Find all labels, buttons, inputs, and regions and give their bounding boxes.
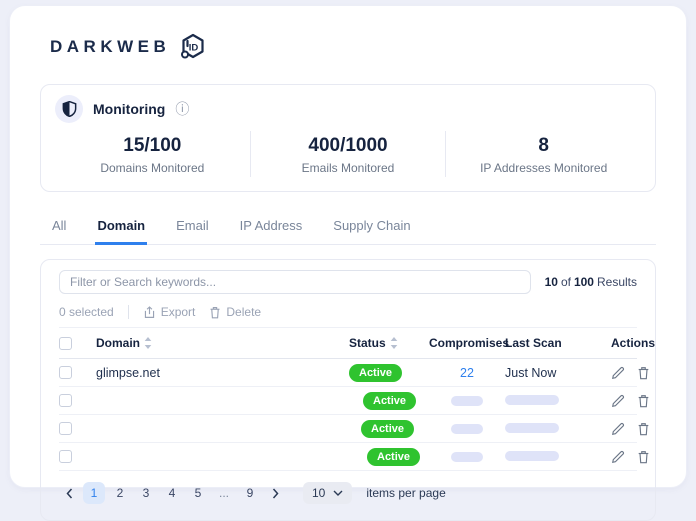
row-checkbox[interactable] [59,450,72,463]
page-button-3[interactable]: 3 [135,482,157,504]
items-per-page-select[interactable]: 10 [303,482,353,504]
stat-label: Domains Monitored [100,161,205,175]
status-badge: Active [367,448,421,466]
delete-row-icon[interactable] [637,366,650,380]
column-header-last-scan: Last Scan [505,336,611,350]
domain-cell: glimpse.net [96,365,160,380]
tab-ip-address[interactable]: IP Address [238,212,305,245]
shield-icon [55,95,83,123]
edit-icon[interactable] [611,450,625,464]
column-header-actions: Actions [611,336,655,350]
status-badge: Active [363,392,417,410]
table-row: Active [59,415,649,443]
page-background: DARKWEB ID Monitoring ⓘ 15/100 Domains M… [0,0,696,521]
status-badge: Active [349,364,403,382]
per-page-value: 10 [312,486,326,500]
compromises-skeleton [451,451,483,462]
compromises-skeleton [451,395,483,406]
main-card: DARKWEB ID Monitoring ⓘ 15/100 Domains M… [9,5,687,521]
info-icon[interactable]: ⓘ [175,102,189,116]
stat-label: IP Addresses Monitored [480,161,608,175]
edit-icon[interactable] [611,366,625,380]
results-shown: 10 [544,275,558,289]
row-checkbox[interactable] [59,394,72,407]
row-checkbox[interactable] [59,366,72,379]
trash-icon [209,306,221,319]
last-scan-skeleton [505,394,559,405]
delete-button[interactable]: Delete [209,305,261,319]
chevron-right-icon[interactable] [265,482,285,504]
stat-emails-monitored: 400/1000 Emails Monitored [249,131,446,177]
table-row: Active [59,443,649,471]
category-tabs: All Domain Email IP Address Supply Chain [40,212,656,245]
row-checkbox[interactable] [59,422,72,435]
tab-email[interactable]: Email [174,212,211,245]
stat-value: 15/100 [123,135,182,156]
results-count: 10 of 100 Results [545,275,637,289]
status-badge: Active [361,420,415,438]
compromises-skeleton [451,423,483,434]
column-label: Domain [96,336,141,350]
delete-row-icon[interactable] [637,450,650,464]
delete-row-icon[interactable] [637,422,650,436]
export-button[interactable]: Export [143,305,196,319]
last-scan-cell: Just Now [505,365,557,380]
column-header-status[interactable]: Status [349,336,429,350]
results-total: 100 [573,275,594,289]
page-button-4[interactable]: 4 [161,482,183,504]
results-of: of [560,275,571,289]
selected-count: 0 selected [59,305,114,319]
toolbar-divider [127,305,129,319]
last-scan-skeleton [505,450,559,461]
brand-name: DARKWEB [50,37,171,56]
items-per-page-label: items per page [366,486,446,500]
column-label: Last Scan [505,336,562,350]
stat-value: 8 [538,135,549,156]
sort-icon [144,337,152,349]
svg-text:ID: ID [189,43,199,54]
results-label: Results [596,275,637,289]
monitoring-title: Monitoring [93,101,166,117]
stat-domains-monitored: 15/100 Domains Monitored [55,131,250,177]
tab-supply-chain[interactable]: Supply Chain [331,212,412,245]
domains-table-panel: 10 of 100 Results 0 selected Export [40,259,656,521]
stat-ip-addresses-monitored: 8 IP Addresses Monitored [445,131,641,177]
compromises-link[interactable]: 22 [460,366,474,380]
pagination: 1 2 3 4 5 ... 9 10 items per page [59,471,637,514]
stat-label: Emails Monitored [301,161,395,175]
tab-all[interactable]: All [50,212,68,245]
page-button-9[interactable]: 9 [239,482,261,504]
table-header-row: Domain Status Compromises Last Scan Acti… [59,328,655,359]
table-row: glimpse.net Active 22 Just Now [59,359,649,387]
delete-row-icon[interactable] [637,394,650,408]
stat-value: 400/1000 [308,135,388,156]
select-all-checkbox[interactable] [59,336,72,350]
column-label: Status [349,336,386,350]
column-label: Compromises [429,336,510,350]
tab-domain[interactable]: Domain [95,212,148,245]
page-button-5[interactable]: 5 [187,482,209,504]
page-button-1[interactable]: 1 [83,482,105,504]
brand-id-hexagon-icon: ID [178,32,208,62]
chevron-left-icon[interactable] [59,482,79,504]
export-icon [143,305,156,319]
chevron-down-icon [333,490,343,496]
page-button-2[interactable]: 2 [109,482,131,504]
last-scan-skeleton [505,422,559,433]
edit-icon[interactable] [611,394,625,408]
table-row: Active [59,387,649,415]
darkweb-id-logo: DARKWEB ID [50,32,208,62]
column-header-compromises: Compromises [429,336,509,350]
edit-icon[interactable] [611,422,625,436]
column-header-domain[interactable]: Domain [96,336,349,350]
search-input[interactable] [59,270,531,294]
pagination-ellipsis: ... [218,486,229,500]
delete-label: Delete [226,305,262,319]
column-label: Actions [611,336,656,350]
monitoring-panel: Monitoring ⓘ 15/100 Domains Monitored 40… [40,84,656,192]
export-label: Export [160,305,196,319]
sort-icon [390,337,397,349]
